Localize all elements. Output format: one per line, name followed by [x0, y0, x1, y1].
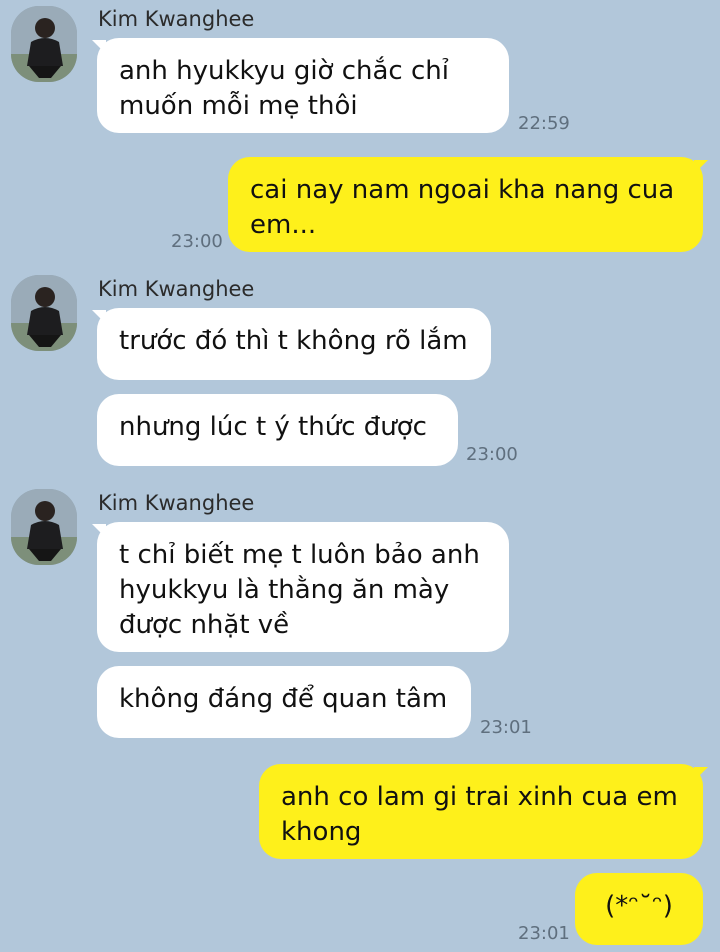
message-bubble-incoming[interactable]: không đáng để quan tâm	[97, 666, 471, 738]
sender-name: Kim Kwanghee	[98, 277, 255, 301]
avatar-photo	[11, 275, 77, 351]
message-bubble-incoming[interactable]: t chỉ biết mẹ t luôn bảo anh hyukkyu là …	[97, 522, 509, 652]
contact-avatar[interactable]	[11, 275, 77, 351]
message-time: 22:59	[518, 113, 570, 134]
avatar-photo	[11, 6, 77, 82]
sender-name: Kim Kwanghee	[98, 7, 255, 31]
message-time: 23:00	[171, 231, 223, 252]
message-bubble-incoming[interactable]: nhưng lúc t ý thức được	[97, 394, 458, 466]
message-time: 23:00	[466, 444, 518, 465]
message-time: 23:01	[480, 717, 532, 738]
message-time: 23:01	[518, 923, 570, 944]
message-bubble-incoming[interactable]: trước đó thì t không rõ lắm	[97, 308, 491, 380]
message-bubble-incoming[interactable]: anh hyukkyu giờ chắc chỉ muốn mỗi mẹ thô…	[97, 38, 509, 133]
chat-view[interactable]: Kim Kwanghee anh hyukkyu giờ chắc chỉ mu…	[0, 0, 720, 952]
sender-name: Kim Kwanghee	[98, 491, 255, 515]
message-bubble-outgoing[interactable]: (*ᵔ˘ᵔ)	[575, 873, 703, 945]
message-bubble-outgoing[interactable]: anh co lam gi trai xinh cua em khong	[259, 764, 703, 859]
contact-avatar[interactable]	[11, 6, 77, 82]
avatar-photo	[11, 489, 77, 565]
contact-avatar[interactable]	[11, 489, 77, 565]
message-bubble-outgoing[interactable]: cai nay nam ngoai kha nang cua em...	[228, 157, 703, 252]
